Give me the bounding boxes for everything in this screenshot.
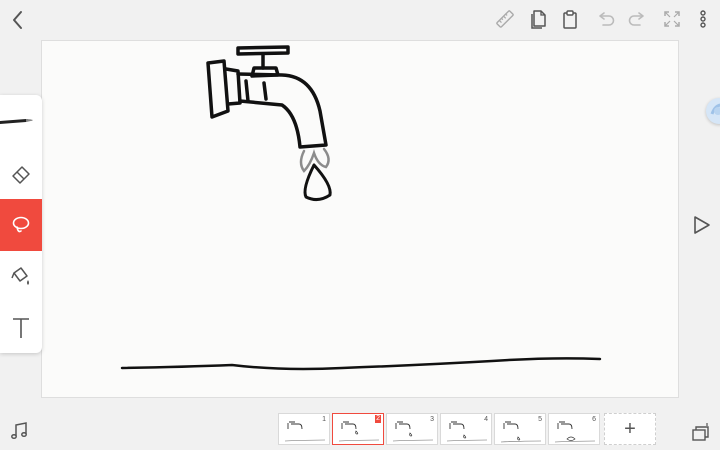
tool-panel bbox=[0, 95, 42, 353]
frame-number: 6 bbox=[592, 416, 596, 423]
pen-icon[interactable] bbox=[0, 95, 42, 145]
frame-thumbnail[interactable]: 4 bbox=[440, 413, 492, 445]
frame-thumbnail[interactable]: 6 bbox=[548, 413, 600, 445]
music-icon[interactable] bbox=[9, 421, 29, 441]
frame-thumbnail[interactable]: 1 bbox=[278, 413, 330, 445]
frame-number: 2 bbox=[375, 415, 381, 423]
frame-number: 3 bbox=[430, 416, 434, 423]
ruler-icon[interactable] bbox=[494, 8, 516, 30]
fill-bucket-icon[interactable] bbox=[0, 251, 42, 303]
drawing bbox=[120, 45, 602, 371]
clipboard-icon[interactable] bbox=[559, 8, 581, 30]
frame-thumbnail[interactable]: 3 bbox=[386, 413, 438, 445]
frame-number: 5 bbox=[538, 416, 542, 423]
add-frame-button[interactable]: + bbox=[604, 413, 656, 445]
redo-icon[interactable] bbox=[627, 8, 649, 30]
play-icon[interactable] bbox=[690, 214, 712, 236]
frame-timeline: 1 2 3 4 5 6 + bbox=[278, 413, 656, 445]
text-icon[interactable] bbox=[0, 303, 42, 353]
back-icon[interactable] bbox=[6, 8, 30, 32]
more-icon[interactable] bbox=[694, 8, 712, 30]
fullscreen-icon[interactable] bbox=[661, 8, 683, 30]
color-picker-icon[interactable] bbox=[706, 98, 720, 124]
drawing-canvas[interactable] bbox=[41, 40, 679, 398]
lasso-icon[interactable] bbox=[0, 199, 42, 251]
frame-number: 4 bbox=[484, 416, 488, 423]
pages-icon[interactable] bbox=[527, 8, 549, 30]
undo-icon[interactable] bbox=[594, 8, 616, 30]
frame-number: 1 bbox=[322, 416, 326, 423]
frame-thumbnail[interactable]: 5 bbox=[494, 413, 546, 445]
frame-thumbnail-current[interactable]: 2 bbox=[332, 413, 384, 445]
eraser-icon[interactable] bbox=[0, 147, 42, 199]
layers-icon[interactable] bbox=[690, 421, 712, 443]
